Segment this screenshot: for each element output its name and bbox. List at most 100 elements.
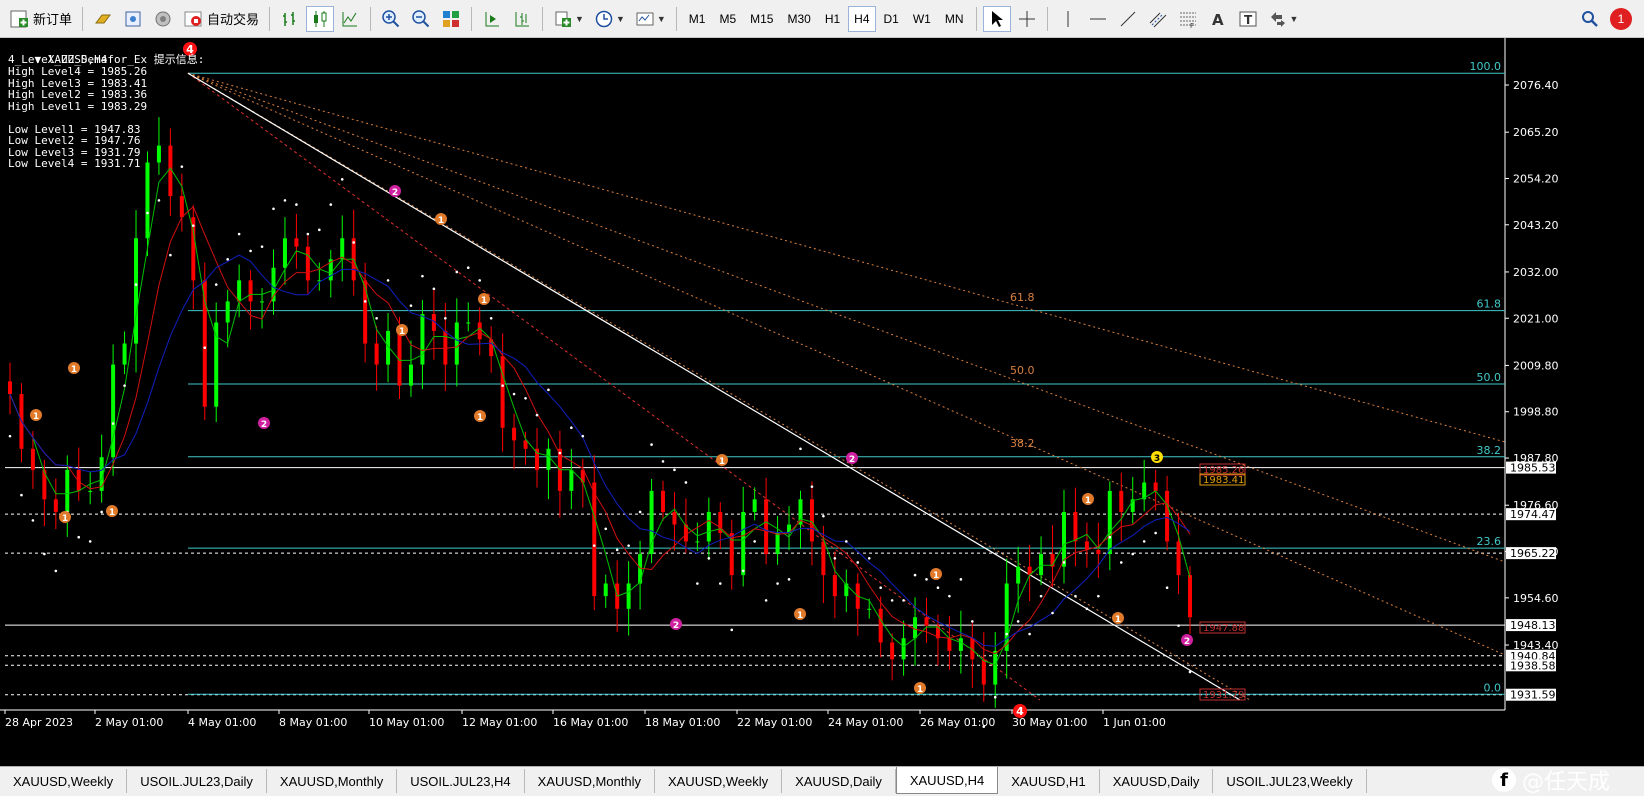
navigator-button[interactable] — [149, 6, 177, 32]
sar-dot — [707, 556, 711, 560]
auto-trade-label: 自动交易 — [207, 12, 260, 27]
indicator-level-line: High Level1 = 1983.29 — [8, 99, 148, 113]
semafor-marker-label: 1 — [481, 296, 487, 306]
sar-dot — [421, 274, 424, 278]
toolbar-separator — [370, 6, 372, 31]
equidistant-channel-button[interactable] — [1144, 6, 1172, 32]
dropdown-arrow-icon: ▼ — [575, 13, 584, 24]
chart-tab[interactable]: XAUUSD,Daily — [782, 769, 896, 793]
sar-dot — [318, 228, 321, 232]
text-label-button[interactable]: T — [1234, 6, 1262, 32]
timeframe-m30-button[interactable]: M30 — [781, 6, 816, 32]
zoom-out-button[interactable] — [407, 6, 435, 32]
candle-body — [958, 638, 963, 651]
candlestick-chart-button[interactable] — [306, 5, 335, 32]
sar-dot — [925, 578, 928, 581]
sar-dot — [1131, 552, 1135, 556]
toolbar-separator — [1046, 6, 1048, 31]
candle-body — [592, 482, 597, 597]
bar-chart-button[interactable] — [276, 6, 304, 32]
timeframe-m15-button[interactable]: M15 — [744, 6, 779, 32]
periods-button[interactable]: ▼ — [590, 6, 629, 32]
market-watch-button[interactable] — [89, 6, 117, 32]
timeframe-d1-button[interactable]: D1 — [878, 6, 905, 32]
level-tag-text: 1947.88 — [1203, 623, 1244, 634]
chart-shift-button[interactable] — [508, 6, 536, 32]
candle-body — [454, 322, 459, 365]
semafor-marker-label: 1 — [719, 457, 725, 467]
semafor-marker-label: 2 — [261, 420, 267, 430]
timeframe-m1-button[interactable]: M1 — [683, 6, 712, 32]
candle-body — [305, 246, 310, 281]
arrows-tool-button[interactable]: ▼ — [1264, 6, 1303, 32]
tile-windows-button[interactable] — [437, 6, 465, 32]
price-label-text: 1948.13 — [1510, 619, 1556, 632]
candle-body — [752, 499, 757, 512]
auto-trade-button[interactable]: 自动交易 — [179, 6, 263, 32]
timeframe-h1-button[interactable]: H1 — [819, 6, 846, 32]
data-window-button[interactable] — [119, 6, 147, 32]
arrows-icon — [1268, 9, 1288, 29]
chart-tab[interactable]: XAUUSD,Monthly — [267, 769, 398, 793]
indicators-icon — [553, 9, 573, 29]
price-chart[interactable]: 2076.40 2065.20 2054.20 2043.20 2032.00 2021.… — [0, 38, 1644, 766]
timeframe-h4-button[interactable]: H4 — [848, 5, 876, 32]
chart-tabs: XAUUSD,Weekly USOIL.JUL23,Daily XAUUSD,Mon… — [0, 766, 1644, 795]
templates-button[interactable]: ▼ — [631, 6, 670, 32]
semafor-marker-label: 1 — [1085, 496, 1091, 506]
time-tick-label: 30 May 01:00 — [1012, 716, 1087, 729]
sar-dot — [684, 481, 688, 484]
candle-body — [924, 617, 929, 626]
timeframe-mn-button[interactable]: MN — [939, 6, 970, 32]
trendline-button[interactable] — [1114, 6, 1142, 32]
indicator-level-line: High Level4 = 1985.26 — [8, 65, 148, 78]
sar-dot — [512, 392, 516, 396]
chart-tab[interactable]: XAUUSD,H4 — [895, 767, 999, 794]
fibonacci-button[interactable]: F — [1174, 6, 1202, 32]
line-chart-button[interactable] — [336, 6, 364, 32]
chart-tab[interactable]: USOIL.JUL23,Weekly — [1213, 769, 1367, 793]
chart-tab[interactable]: XAUUSD,Weekly — [655, 769, 783, 793]
candlestick-icon — [310, 9, 330, 29]
sar-dot — [237, 232, 241, 236]
sar-dot — [696, 582, 699, 585]
price-tick-label: 2065.20 — [1513, 126, 1559, 139]
indicators-button[interactable]: ▼ — [549, 6, 588, 32]
crosshair-tool-button[interactable] — [1013, 6, 1041, 32]
auto-scroll-button[interactable] — [478, 6, 506, 32]
horizontal-line-button[interactable] — [1084, 6, 1112, 32]
timeframe-group: M1 M5 M15 M30 H1 H4 D1 W1 MN — [682, 5, 971, 32]
sar-dot — [352, 241, 355, 244]
chart-tab[interactable]: USOIL.JUL23,H4 — [397, 769, 525, 793]
zoom-in-button[interactable] — [377, 6, 405, 32]
chart-tab[interactable]: XAUUSD,Daily — [1100, 769, 1214, 793]
bar-chart-icon — [280, 9, 300, 29]
cursor-tool-button[interactable] — [982, 5, 1011, 32]
toolbar-separator — [675, 6, 677, 31]
candle-body — [706, 511, 711, 542]
candle-body — [363, 280, 368, 344]
notifications-button[interactable]: 1 — [1606, 6, 1636, 32]
auto-trade-icon — [183, 9, 203, 29]
fib-fan-line — [187, 72, 1506, 443]
semafor-marker-label: 1 — [438, 216, 444, 226]
sar-dot — [547, 388, 550, 392]
sar-dot — [1085, 607, 1089, 611]
level-tag-text: 1983.41 — [1203, 475, 1244, 486]
timeframe-w1-button[interactable]: W1 — [907, 6, 937, 32]
search-button[interactable] — [1576, 6, 1604, 32]
new-order-button[interactable]: 新订单 — [5, 6, 76, 32]
candle-body — [477, 322, 482, 340]
chart-tab[interactable]: USOIL.JUL23,Daily — [127, 769, 267, 793]
chart-tab[interactable]: XAUUSD,Weekly — [0, 769, 128, 793]
timeframe-m5-button[interactable]: M5 — [713, 6, 742, 32]
vertical-line-button[interactable] — [1054, 6, 1082, 32]
chart-tab[interactable]: XAUUSD,Monthly — [525, 769, 655, 793]
chart-window[interactable]: 2076.40 2065.20 2054.20 2043.20 2032.00 2021.… — [0, 38, 1644, 795]
chart-tab[interactable]: XAUUSD,H1 — [998, 769, 1100, 793]
time-tick-label: 10 May 01:00 — [369, 716, 444, 729]
text-tool-button[interactable]: A — [1204, 6, 1232, 32]
sar-dot — [192, 224, 195, 227]
watermark: f @任天成 — [1491, 764, 1610, 796]
channel-icon — [1148, 9, 1168, 29]
